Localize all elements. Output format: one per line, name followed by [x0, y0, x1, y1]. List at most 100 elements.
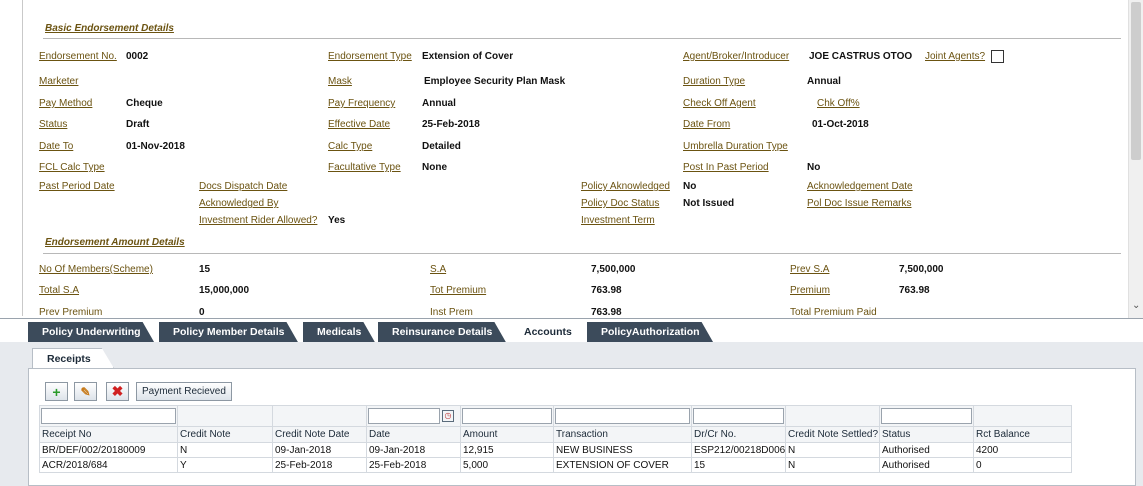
col-date[interactable]: Date	[366, 426, 461, 443]
total-premium-paid-label[interactable]: Total Premium Paid	[790, 307, 877, 316]
pencil-icon[interactable]: ✎	[74, 382, 97, 401]
cell: 25-Feb-2018	[366, 457, 461, 473]
filter-cell	[177, 405, 273, 427]
filter-cell	[39, 405, 178, 427]
tot-premium-value: 763.98	[591, 285, 622, 296]
facultative-type-label[interactable]: Facultative Type	[328, 162, 401, 173]
table-row[interactable]: BR/DEF/002/20180009 N 09-Jan-2018 09-Jan…	[39, 442, 1072, 458]
filter-date[interactable]	[368, 408, 440, 424]
col-credit-note-settled[interactable]: Credit Note Settled?	[785, 426, 880, 443]
investment-rider-label[interactable]: Investment Rider Allowed?	[199, 215, 317, 226]
tab-policy-member-details[interactable]: Policy Member Details	[159, 322, 298, 343]
tab-reinsurance-details[interactable]: Reinsurance Details	[378, 322, 506, 343]
calc-type-label[interactable]: Calc Type	[328, 141, 372, 152]
filter-cell	[879, 405, 974, 427]
endorsement-type-label[interactable]: Endorsement Type	[328, 51, 412, 62]
filter-status[interactable]	[881, 408, 972, 424]
col-credit-note[interactable]: Credit Note	[177, 426, 273, 443]
members-label[interactable]: No Of Members(Scheme)	[39, 264, 153, 275]
x-icon[interactable]: ✖	[106, 382, 129, 401]
prev-premium-value: 0	[199, 307, 205, 316]
date-from-value: 01-Oct-2018	[812, 119, 869, 130]
marketer-label[interactable]: Marketer	[39, 76, 78, 87]
cell: NEW BUSINESS	[553, 442, 692, 458]
cell: Authorised	[879, 457, 974, 473]
calendar-icon[interactable]: ◷	[442, 410, 454, 422]
pol-doc-issue-label[interactable]: Pol Doc Issue Remarks	[807, 198, 911, 209]
inst-prem-label[interactable]: Inst Prem	[430, 307, 473, 316]
past-period-date-label[interactable]: Past Period Date	[39, 181, 115, 192]
joint-agents-checkbox[interactable]	[991, 50, 1004, 63]
agent-label[interactable]: Agent/Broker/Introducer	[683, 51, 789, 62]
umbrella-duration-label[interactable]: Umbrella Duration Type	[683, 141, 788, 152]
chk-off-label[interactable]: Chk Off%	[817, 98, 860, 109]
cell: N	[177, 442, 273, 458]
filter-transaction[interactable]	[555, 408, 690, 424]
endorsement-type-value: Extension of Cover	[422, 51, 514, 62]
col-transaction[interactable]: Transaction	[553, 426, 692, 443]
policy-ack-label[interactable]: Policy Aknowledged	[581, 181, 670, 192]
scrollbar-thumb[interactable]	[1131, 2, 1141, 160]
fcl-calc-type-label[interactable]: FCL Calc Type	[39, 162, 105, 173]
prev-premium-label[interactable]: Prev Premium	[39, 307, 102, 316]
tab-policy-authorization[interactable]: PolicyAuthorization	[587, 322, 714, 343]
receipts-content: + ✎ ✖ Payment Recieved ◷ Receipt No Cred…	[28, 368, 1136, 486]
col-receipt-no[interactable]: Receipt No	[39, 426, 178, 443]
cell: 09-Jan-2018	[366, 442, 461, 458]
duration-type-label[interactable]: Duration Type	[683, 76, 745, 87]
post-in-past-label[interactable]: Post In Past Period	[683, 162, 769, 173]
check-off-agent-label[interactable]: Check Off Agent	[683, 98, 756, 109]
pay-frequency-label[interactable]: Pay Frequency	[328, 98, 395, 109]
premium-label[interactable]: Premium	[790, 285, 830, 296]
tab-medicals[interactable]: Medicals	[303, 322, 375, 343]
filter-cell	[272, 405, 367, 427]
col-status[interactable]: Status	[879, 426, 974, 443]
filter-dr-cr-no[interactable]	[693, 408, 784, 424]
chevron-down-icon[interactable]: ⌄	[1132, 300, 1140, 311]
date-to-label[interactable]: Date To	[39, 141, 73, 152]
col-rct-balance[interactable]: Rct Balance	[973, 426, 1072, 443]
tab-receipts[interactable]: Receipts	[32, 348, 114, 368]
cell: ESP212/00218D00601	[691, 442, 786, 458]
plus-icon[interactable]: +	[45, 382, 68, 401]
endorsement-no-value: 0002	[126, 51, 149, 62]
joint-agents-label[interactable]: Joint Agents?	[925, 51, 985, 62]
tab-policy-underwriting[interactable]: Policy Underwriting	[28, 322, 155, 343]
policy-doc-status-value: Not Issued	[683, 198, 735, 209]
vertical-scrollbar[interactable]: ⌄	[1128, 0, 1143, 318]
effective-date-label[interactable]: Effective Date	[328, 119, 390, 130]
filter-amount[interactable]	[462, 408, 552, 424]
section-divider	[43, 253, 1121, 254]
tot-premium-label[interactable]: Tot Premium	[430, 285, 486, 296]
investment-term-label[interactable]: Investment Term	[581, 215, 655, 226]
ack-by-label[interactable]: Acknowledged By	[199, 198, 279, 209]
header-row: Receipt No Credit Note Credit Note Date …	[39, 426, 1072, 443]
table-row[interactable]: ACR/2018/684 Y 25-Feb-2018 25-Feb-2018 5…	[39, 457, 1072, 473]
pay-method-label[interactable]: Pay Method	[39, 98, 92, 109]
policy-doc-status-label[interactable]: Policy Doc Status	[581, 198, 659, 209]
cell: 15	[691, 457, 786, 473]
basic-endorsement-title: Basic Endorsement Details	[45, 23, 174, 34]
endorsement-details-panel: Basic Endorsement Details Endorsement No…	[22, 0, 1127, 316]
col-amount[interactable]: Amount	[460, 426, 554, 443]
docs-dispatch-label[interactable]: Docs Dispatch Date	[199, 181, 287, 192]
cell: 0	[973, 457, 1072, 473]
tab-accounts[interactable]: Accounts	[510, 322, 586, 343]
sa-label[interactable]: S.A	[430, 264, 446, 275]
endorsement-no-label[interactable]: Endorsement No.	[39, 51, 117, 62]
cell: 25-Feb-2018	[272, 457, 367, 473]
col-credit-note-date[interactable]: Credit Note Date	[272, 426, 367, 443]
date-from-label[interactable]: Date From	[683, 119, 730, 130]
col-dr-cr-no[interactable]: Dr/Cr No.	[691, 426, 786, 443]
mask-label[interactable]: Mask	[328, 76, 352, 87]
total-sa-label[interactable]: Total S.A	[39, 285, 79, 296]
ack-date-label[interactable]: Acknowledgement Date	[807, 181, 913, 192]
payment-received-button[interactable]: Payment Recieved	[136, 382, 232, 401]
status-label[interactable]: Status	[39, 119, 67, 130]
amount-details-title: Endorsement Amount Details	[45, 237, 185, 248]
cell: N	[785, 442, 880, 458]
prev-sa-label[interactable]: Prev S.A	[790, 264, 829, 275]
filter-receipt-no[interactable]	[41, 408, 176, 424]
accounts-panel: Receipts + ✎ ✖ Payment Recieved ◷ Receip…	[0, 342, 1143, 486]
premium-value: 763.98	[899, 285, 930, 296]
